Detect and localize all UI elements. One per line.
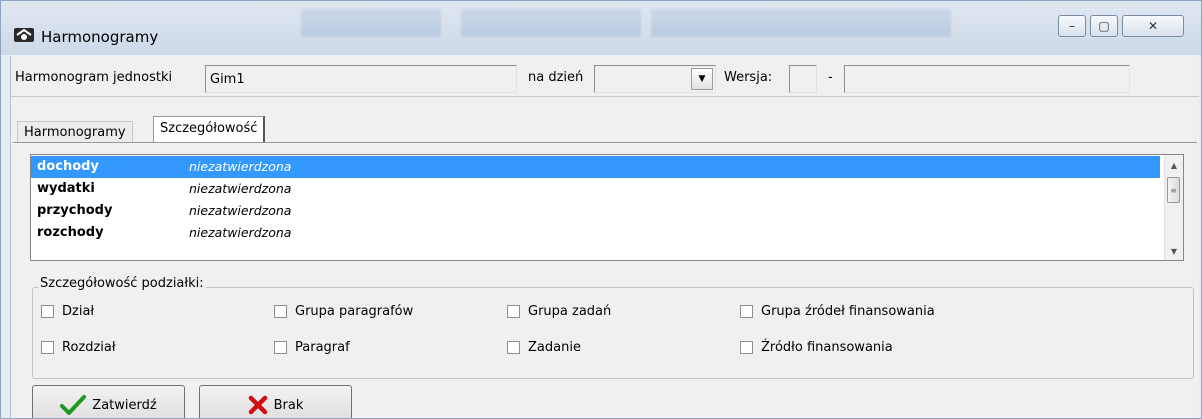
- version-separator: -: [828, 70, 833, 85]
- scroll-down-icon[interactable]: ▼: [1165, 243, 1183, 259]
- checkbox-option[interactable]: Grupa zadań: [507, 304, 611, 319]
- title-bar[interactable]: Harmonogramy – ▢ ✕: [1, 1, 1201, 55]
- checkmark-icon: [60, 395, 87, 415]
- list-item-status: niezatwierdzona: [189, 203, 292, 218]
- list-item-name: przychody: [37, 203, 113, 218]
- unit-field[interactable]: Gim1: [205, 65, 517, 93]
- close-icon: ✕: [1147, 19, 1159, 33]
- list-item-status: niezatwierdzona: [189, 159, 292, 174]
- checkbox[interactable]: [507, 305, 520, 318]
- detail-group-legend: Szczegółowość podziałki:: [38, 276, 206, 291]
- checkbox-label: Grupa źródeł finansowania: [761, 304, 935, 319]
- checkbox[interactable]: [274, 341, 287, 354]
- background-blur: [461, 9, 641, 37]
- confirm-button[interactable]: Zatwierdź: [32, 385, 185, 418]
- application-window: Harmonogramy – ▢ ✕ Harmonogram jednostki…: [0, 0, 1202, 419]
- version-label: Wersja:: [724, 70, 773, 85]
- detail-group-box: [32, 287, 1194, 379]
- checkbox-option[interactable]: Grupa paragrafów: [274, 304, 413, 319]
- checkbox-label: Rozdział: [62, 340, 116, 355]
- checkbox-option[interactable]: Źródło finansowania: [740, 340, 893, 355]
- cancel-button[interactable]: Brak: [199, 385, 352, 418]
- list-item-status: niezatwierdzona: [189, 225, 292, 240]
- cancel-button-label: Brak: [273, 397, 304, 413]
- date-label: na dzień: [528, 70, 584, 85]
- background-blur: [651, 9, 951, 37]
- checkbox-option[interactable]: Paragraf: [274, 340, 350, 355]
- checkbox-option[interactable]: Rozdział: [41, 340, 116, 355]
- checkbox-label: Zadanie: [528, 340, 581, 355]
- checkbox[interactable]: [274, 305, 287, 318]
- checkbox[interactable]: [41, 341, 54, 354]
- maximize-icon: ▢: [1098, 19, 1110, 33]
- checkbox[interactable]: [41, 305, 54, 318]
- checkbox-label: Dział: [62, 304, 95, 319]
- minimize-icon: –: [1069, 19, 1075, 33]
- tab-harmonogramy[interactable]: Harmonogramy: [17, 121, 133, 143]
- list-item[interactable]: rozchody niezatwierdzona: [31, 222, 1160, 244]
- checkbox[interactable]: [740, 341, 753, 354]
- maximize-button[interactable]: ▢: [1090, 15, 1118, 37]
- chevron-down-icon[interactable]: ▼: [691, 68, 713, 90]
- minimize-button[interactable]: –: [1058, 15, 1086, 37]
- dialog-body: Harmonogram jednostki Gim1 na dzień ▼ We…: [10, 56, 1199, 418]
- close-button[interactable]: ✕: [1122, 15, 1184, 37]
- version-field[interactable]: [789, 65, 817, 93]
- unit-label: Harmonogram jednostki: [15, 70, 173, 85]
- tab-szczegolowosc[interactable]: Szczegółowość: [153, 116, 266, 142]
- checkbox-label: Paragraf: [295, 340, 350, 355]
- list-item-name: wydatki: [37, 181, 95, 196]
- list-item-name: rozchody: [37, 225, 104, 240]
- list-item[interactable]: dochody niezatwierdzona: [31, 156, 1160, 178]
- checkbox-label: Źródło finansowania: [761, 340, 893, 355]
- list-item[interactable]: przychody niezatwierdzona: [31, 200, 1160, 222]
- window-title: Harmonogramy: [41, 28, 159, 46]
- checkbox-option[interactable]: Zadanie: [507, 340, 581, 355]
- list-item-name: dochody: [37, 159, 99, 174]
- checkbox-label: Grupa zadań: [528, 304, 612, 319]
- list-item[interactable]: wydatki niezatwierdzona: [31, 178, 1160, 200]
- scroll-up-icon[interactable]: ▲: [1165, 157, 1183, 173]
- confirm-button-label: Zatwierdź: [92, 397, 157, 413]
- category-list[interactable]: dochody niezatwierdzona wydatki niezatwierd…: [30, 154, 1184, 261]
- checkbox[interactable]: [740, 305, 753, 318]
- header-row: Harmonogram jednostki Gim1 na dzień ▼ We…: [11, 56, 1199, 97]
- checkbox[interactable]: [507, 341, 520, 354]
- date-dropdown[interactable]: ▼: [594, 65, 716, 93]
- vertical-scrollbar[interactable]: ▲ ≡ ▼: [1164, 155, 1183, 260]
- version-description-field[interactable]: [844, 65, 1130, 93]
- app-icon: [14, 28, 34, 42]
- checkbox-label: Grupa paragrafów: [295, 304, 414, 319]
- scroll-thumb[interactable]: ≡: [1167, 177, 1180, 203]
- background-blur: [301, 9, 441, 37]
- checkbox-option[interactable]: Grupa źródeł finansowania: [740, 304, 935, 319]
- x-icon: [248, 395, 267, 415]
- checkbox-option[interactable]: Dział: [41, 304, 94, 319]
- list-item-status: niezatwierdzona: [189, 181, 292, 196]
